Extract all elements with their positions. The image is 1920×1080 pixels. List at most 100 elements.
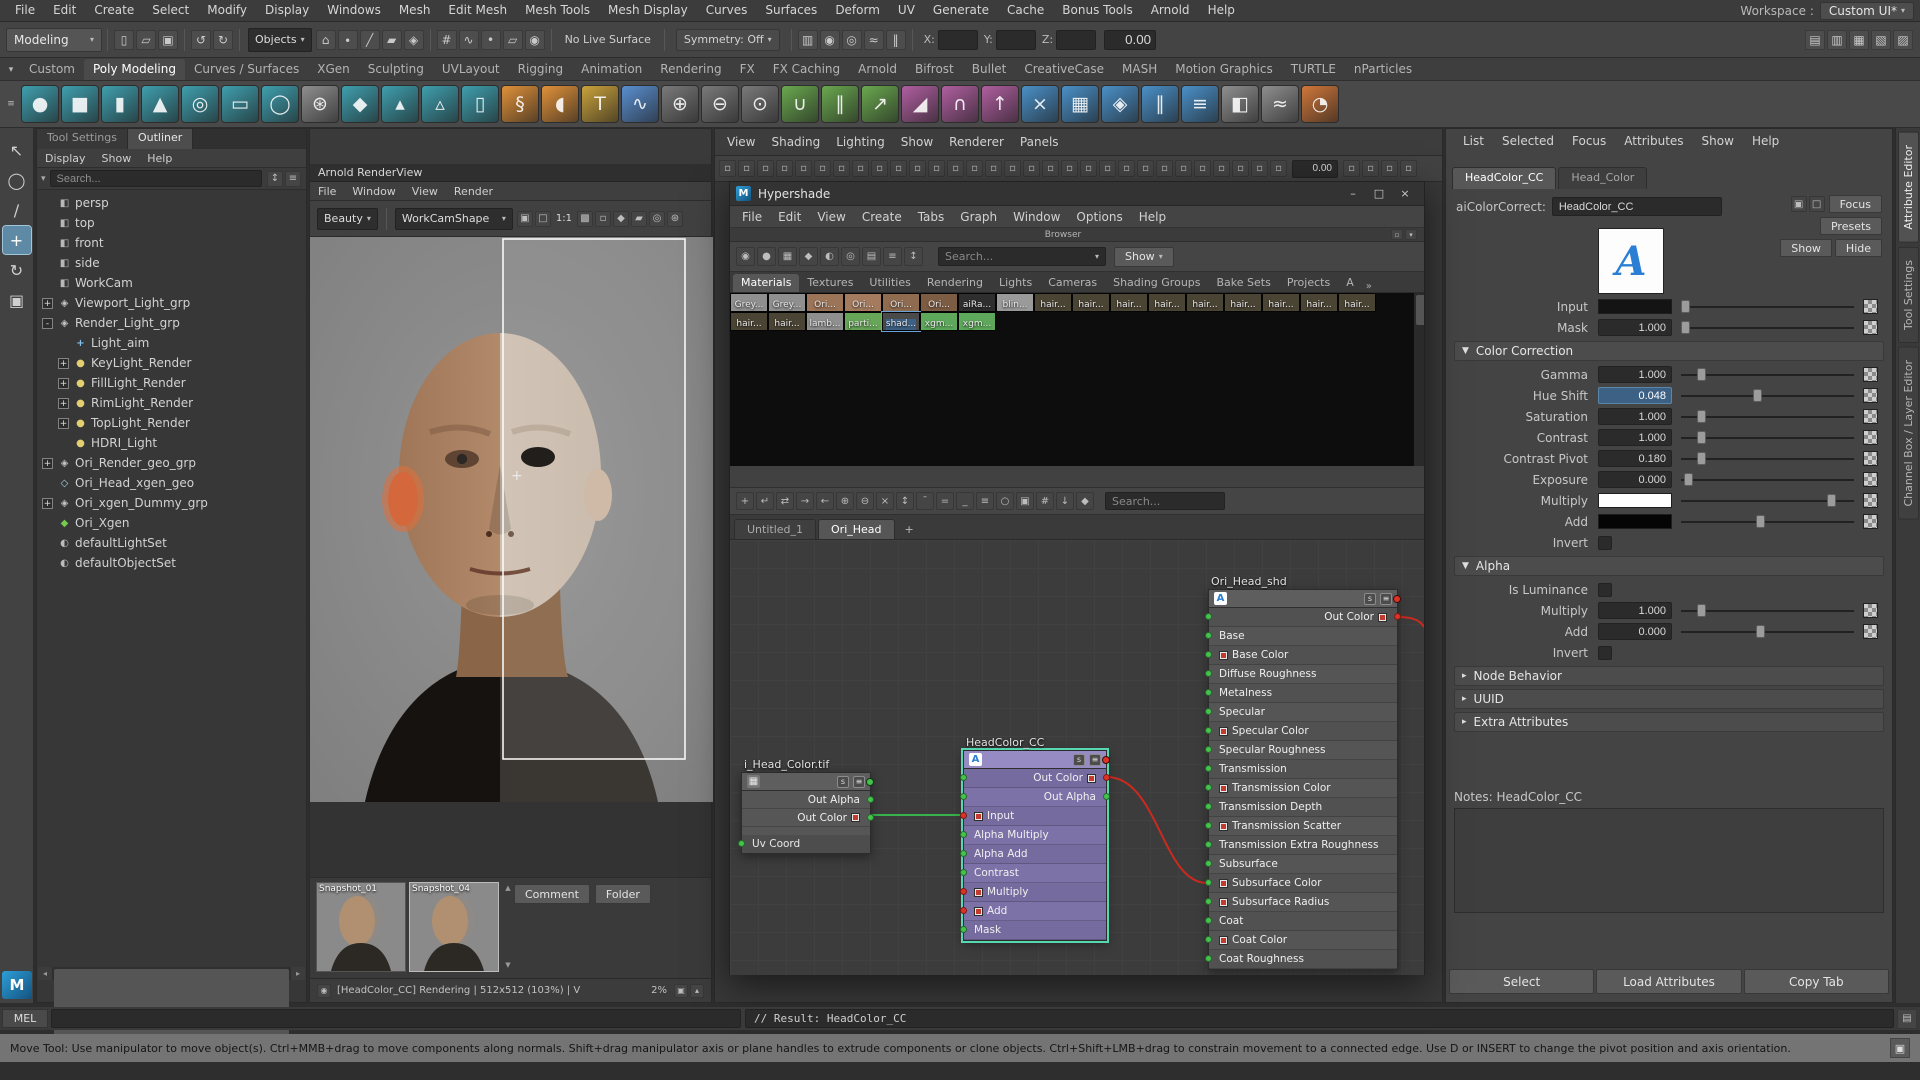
align-right-icon[interactable]: _ xyxy=(956,492,974,510)
node-port[interactable]: Subsurface Radius xyxy=(1209,893,1397,912)
help-icon[interactable]: ▣ xyxy=(1890,1038,1910,1058)
menu-item[interactable]: Show xyxy=(1693,134,1743,148)
snap-to-point-icon[interactable]: • xyxy=(481,30,501,50)
material-swatch[interactable]: hair... xyxy=(1186,293,1224,312)
input-port-dot[interactable] xyxy=(960,926,967,933)
input-port-dot[interactable] xyxy=(1205,651,1212,658)
node-port[interactable]: Alpha Multiply xyxy=(964,826,1106,845)
slider-handle[interactable] xyxy=(1756,625,1765,638)
shelf-tab[interactable]: FX xyxy=(731,59,764,80)
node-port[interactable]: Metalness xyxy=(1209,684,1397,703)
motion-blur-icon[interactable]: ▫ xyxy=(1080,160,1097,177)
node-port[interactable]: Out Color xyxy=(964,769,1106,788)
poly-platonic[interactable]: ◆ xyxy=(341,85,379,123)
menu-item[interactable]: Window xyxy=(1005,210,1068,224)
toggle-xgen-panel-icon[interactable]: ▨ xyxy=(1893,30,1913,50)
sidebar-vertical-tab[interactable]: Tool Settings xyxy=(1898,247,1919,343)
attribute-value-input[interactable] xyxy=(1598,408,1672,425)
input-port-dot[interactable] xyxy=(960,812,967,819)
safe-title-icon[interactable]: ▫ xyxy=(966,160,983,177)
outliner-item[interactable]: Ori_Xgen xyxy=(37,513,306,533)
target-weld[interactable]: ◈ xyxy=(1101,85,1139,123)
field-chart-icon[interactable]: ▫ xyxy=(928,160,945,177)
menu-item[interactable]: Help xyxy=(1131,210,1174,224)
node-port[interactable]: Alpha Add xyxy=(964,845,1106,864)
outliner-item[interactable]: + Viewport_Light_grp xyxy=(37,293,306,313)
outliner-item[interactable]: WorkCam xyxy=(37,273,306,293)
shelf-tab[interactable]: nParticles xyxy=(1345,59,1421,80)
attribute-list-badge-icon[interactable]: ≡ xyxy=(1089,754,1101,766)
attribute-slider[interactable] xyxy=(1681,366,1854,383)
select-edge-icon[interactable]: ╱ xyxy=(360,30,380,50)
node-port[interactable]: Specular Roughness xyxy=(1209,741,1397,760)
sidebar-vertical-tab[interactable]: Attribute Editor xyxy=(1898,132,1919,243)
menu-item[interactable]: Help xyxy=(1743,134,1788,148)
input-connections-icon[interactable]: → xyxy=(796,492,814,510)
breakout-tab-icon[interactable]: □ xyxy=(1809,196,1825,212)
shelf-tab[interactable]: Arnold xyxy=(849,59,906,80)
frame-selection-icon[interactable]: ▫ xyxy=(1004,160,1021,177)
input-port-dot[interactable] xyxy=(1205,879,1212,886)
close-icon[interactable]: × xyxy=(1392,184,1418,204)
attribute-list-badge-icon[interactable]: ≡ xyxy=(853,776,865,788)
wire-outcolor-to-shading-group[interactable] xyxy=(1398,617,1424,627)
attribute-value-input[interactable] xyxy=(1598,623,1672,640)
graph-tab[interactable]: Untitled_1 xyxy=(734,519,816,539)
attribute-slider[interactable] xyxy=(1681,471,1854,488)
standard-surface-node[interactable]: Ori_Head_shd A s ≡ Out Color xyxy=(1208,589,1398,970)
outliner-hscrollbar[interactable]: ◂ ▸ xyxy=(38,967,305,980)
gate-mask-icon[interactable]: ▫ xyxy=(909,160,926,177)
separate[interactable]: ∥ xyxy=(821,85,859,123)
input-port-dot[interactable] xyxy=(1205,917,1212,924)
save-scene-icon[interactable]: ▣ xyxy=(158,30,178,50)
menu-item[interactable]: Display xyxy=(37,152,94,165)
uv-coord-port[interactable]: Uv Coord xyxy=(742,835,870,853)
section-header-collapsed[interactable]: ▸ Extra Attributes xyxy=(1454,712,1884,732)
attribute-slider[interactable] xyxy=(1681,319,1854,336)
attribute-slider[interactable] xyxy=(1681,602,1854,619)
depth-of-field-icon[interactable]: ▫ xyxy=(1118,160,1135,177)
material-swatch[interactable]: Ori... xyxy=(920,293,958,312)
shelf-tab[interactable]: XGen xyxy=(308,59,359,80)
checkbox[interactable] xyxy=(1598,646,1612,660)
expand-toggle-icon[interactable]: + xyxy=(58,398,69,409)
select-vertex-icon[interactable]: ∙ xyxy=(338,30,358,50)
output-port-dot[interactable] xyxy=(1103,774,1110,781)
menu-item[interactable]: Surfaces xyxy=(756,0,826,21)
snapshot-icon[interactable]: ▫ xyxy=(1381,160,1398,177)
attribute-slider[interactable] xyxy=(1681,513,1854,530)
menu-item[interactable]: Select xyxy=(143,0,198,21)
input-port-dot[interactable] xyxy=(1205,936,1212,943)
map-button-icon[interactable] xyxy=(1863,493,1878,508)
snapshot-thumbnail[interactable]: Snapshot_01 xyxy=(316,882,406,972)
bevel[interactable]: ◢ xyxy=(901,85,939,123)
return-to-graph-icon[interactable]: ↵ xyxy=(756,492,774,510)
poly-disc[interactable]: ◯ xyxy=(261,85,299,123)
header-port-dot[interactable] xyxy=(1102,756,1110,764)
node-port[interactable]: Subsurface Color xyxy=(1209,874,1397,893)
material-swatch[interactable]: lamb... xyxy=(806,312,844,331)
node-header[interactable]: A s ≡ xyxy=(1209,590,1397,608)
slider-handle[interactable] xyxy=(1753,389,1762,402)
snap-to-plane-icon[interactable]: ▱ xyxy=(503,30,523,50)
attribute-value-input[interactable] xyxy=(1598,471,1672,488)
section-header-collapsed[interactable]: ▸ Node Behavior xyxy=(1454,666,1884,686)
menu-item[interactable]: Mesh xyxy=(390,0,440,21)
menu-item[interactable]: Create xyxy=(85,0,143,21)
coordinate-input[interactable] xyxy=(938,30,978,50)
node-swatch[interactable]: A xyxy=(1598,228,1664,294)
input-port-dot[interactable] xyxy=(960,907,967,914)
camera-snapshot-icon[interactable]: ▣ xyxy=(674,984,688,998)
folder-button[interactable]: Folder xyxy=(595,884,651,904)
menu-item[interactable]: Help xyxy=(139,152,180,165)
menu-item[interactable]: File xyxy=(310,185,344,198)
aov-selector[interactable]: Beauty ▾ xyxy=(317,208,378,230)
category-tab[interactable]: Rendering xyxy=(919,274,991,292)
category-tab[interactable]: A xyxy=(1338,274,1362,292)
attribute-value-input[interactable] xyxy=(1598,602,1672,619)
safe-action-icon[interactable]: ▫ xyxy=(947,160,964,177)
shelf-tab[interactable]: Rendering xyxy=(651,59,730,80)
scroll-up-icon[interactable]: ▲ xyxy=(502,884,514,892)
menu-item[interactable]: Mesh Tools xyxy=(516,0,599,21)
coordinate-input[interactable] xyxy=(996,30,1036,50)
